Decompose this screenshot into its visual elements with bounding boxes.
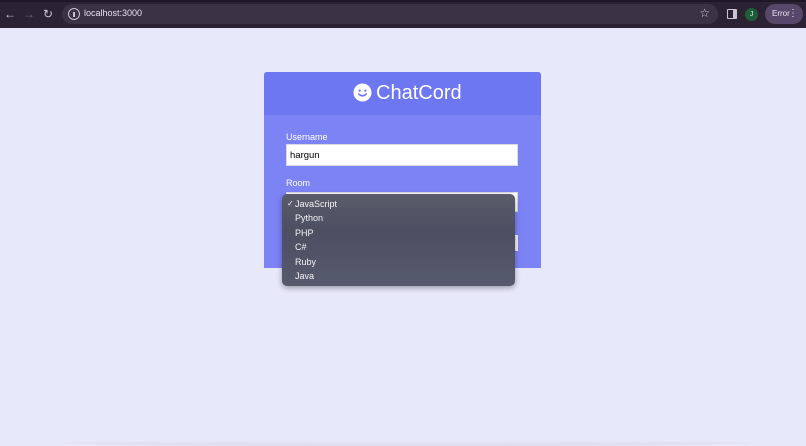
room-label: Room xyxy=(286,178,311,188)
reload-icon[interactable]: ↻ xyxy=(41,7,55,21)
room-option-ruby[interactable]: Ruby xyxy=(282,255,515,269)
room-dropdown-menu[interactable]: ✓ JavaScript Python PHP C# Ruby Java xyxy=(282,194,515,286)
profile-avatar[interactable]: J xyxy=(745,8,758,21)
menu-dots-icon[interactable]: ⋮ xyxy=(788,7,798,21)
side-panel-icon[interactable] xyxy=(727,9,737,19)
card-header: ChatCord xyxy=(264,72,541,115)
room-option-csharp[interactable]: C# xyxy=(282,240,515,254)
brand-title: ChatCord xyxy=(376,82,462,104)
address-bar[interactable]: localhost:3000 ☆ xyxy=(62,4,718,24)
info-icon[interactable] xyxy=(68,8,80,20)
room-option-java[interactable]: Java xyxy=(282,269,515,283)
checkmark-icon: ✓ xyxy=(287,199,294,208)
username-label: Username xyxy=(286,132,328,142)
browser-toolbar: ← → ↻ localhost:3000 ☆ J Error ⋮ xyxy=(0,0,806,28)
url-text[interactable]: localhost:3000 xyxy=(84,8,142,18)
username-input[interactable] xyxy=(286,144,518,166)
smile-icon xyxy=(353,83,372,102)
room-option-php[interactable]: PHP xyxy=(282,226,515,240)
room-option-python[interactable]: Python xyxy=(282,211,515,225)
forward-icon[interactable]: → xyxy=(22,7,36,21)
tab-strip xyxy=(0,0,806,2)
page-bottom-shadow xyxy=(60,440,750,446)
back-icon[interactable]: ← xyxy=(3,7,17,21)
star-icon[interactable]: ☆ xyxy=(699,6,710,20)
option-label: JavaScript xyxy=(295,199,338,209)
error-button[interactable]: Error ⋮ xyxy=(765,4,803,24)
room-option-javascript[interactable]: ✓ JavaScript xyxy=(282,197,515,211)
